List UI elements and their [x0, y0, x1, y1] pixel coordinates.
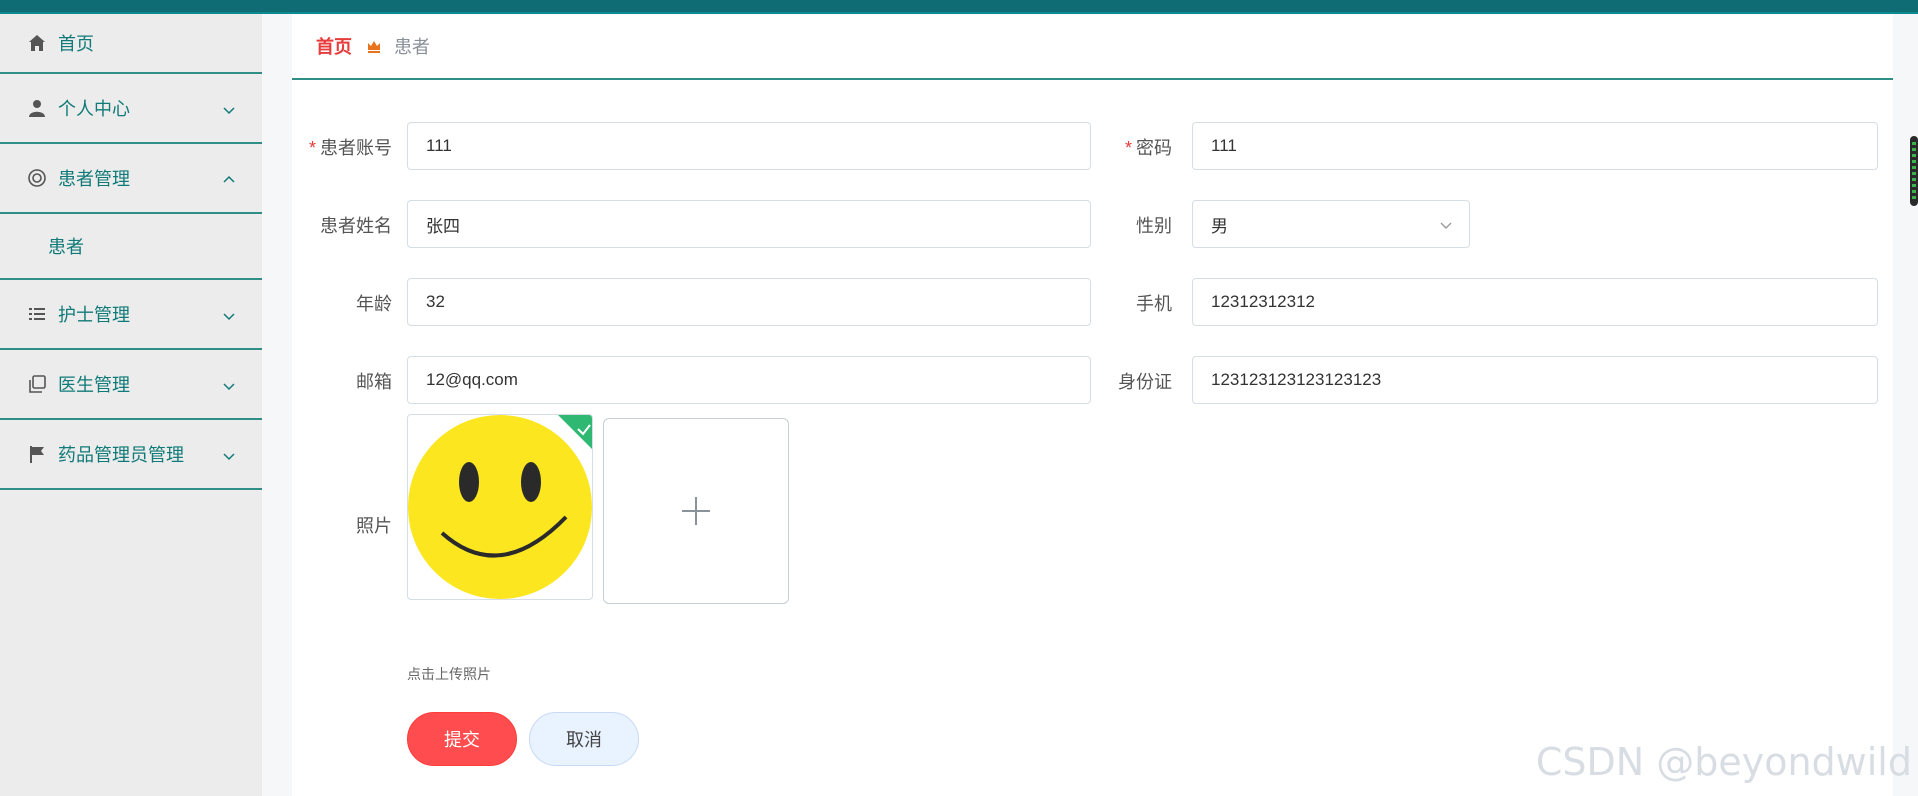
- email-field[interactable]: 12@qq.com: [407, 356, 1091, 404]
- chevron-down-icon: [222, 447, 236, 461]
- crown-icon: [366, 38, 382, 54]
- chevron-down-icon: [222, 307, 236, 321]
- name-label: 患者姓名: [320, 216, 392, 236]
- watermark: CSDN @beyondwild: [1535, 740, 1912, 784]
- sidebar-item-label: 患者管理: [58, 169, 130, 189]
- phone-label: 手机: [1136, 294, 1172, 314]
- age-label: 年龄: [356, 294, 392, 314]
- gender-select[interactable]: 男: [1192, 200, 1470, 248]
- main-panel: 首页 患者 * 患者账号 111 * 密码 111 患者姓名 张四 性别 男 年龄 …: [292, 14, 1893, 796]
- sidebar-item-home[interactable]: 首页: [0, 14, 262, 74]
- gender-select-value: 男: [1211, 216, 1228, 236]
- breadcrumb: 首页 患者: [292, 14, 1893, 80]
- password-label: * 密码: [1124, 138, 1172, 158]
- idcard-label: 身份证: [1118, 372, 1172, 392]
- user-icon: [26, 97, 48, 119]
- lifebuoy-icon: [26, 167, 48, 189]
- sidebar-item-label: 护士管理: [58, 305, 130, 325]
- chevron-down-icon: [222, 377, 236, 391]
- scrollbar[interactable]: [1910, 136, 1918, 206]
- phone-field[interactable]: 12312312312: [1192, 278, 1878, 326]
- sidebar-item-label: 首页: [58, 34, 94, 54]
- flag-icon: [26, 443, 48, 465]
- sidebar-item-label: 医生管理: [58, 375, 130, 395]
- sidebar-item-label: 药品管理员管理: [58, 445, 184, 465]
- chevron-up-icon: [222, 171, 236, 185]
- sidebar-item-label: 个人中心: [58, 99, 130, 119]
- upload-hint: 点击上传照片: [407, 666, 491, 682]
- home-icon: [26, 32, 48, 54]
- chevron-down-icon: [222, 101, 236, 115]
- copy-icon: [26, 373, 48, 395]
- account-label: * 患者账号: [308, 138, 392, 158]
- smiley-photo: [408, 415, 592, 599]
- chevron-down-icon: [1439, 217, 1453, 231]
- list-icon: [26, 303, 48, 325]
- required-mark: *: [308, 138, 316, 158]
- breadcrumb-current: 患者: [394, 37, 430, 57]
- plus-icon: [682, 497, 710, 525]
- name-field[interactable]: 张四: [407, 200, 1091, 248]
- account-field[interactable]: 111: [407, 122, 1091, 170]
- sidebar: 首页 个人中心 患者管理 患者 护士管理 医生管理 药品管理员管理: [0, 14, 262, 796]
- idcard-field[interactable]: 123123123123123123: [1192, 356, 1878, 404]
- required-mark: *: [1124, 138, 1132, 158]
- sidebar-item-personal-center[interactable]: 个人中心: [0, 74, 262, 144]
- sidebar-item-pharmacy-admin-management[interactable]: 药品管理员管理: [0, 420, 262, 490]
- photo-thumbnail[interactable]: [407, 414, 593, 600]
- photo-label: 照片: [356, 516, 392, 536]
- cancel-button[interactable]: 取消: [529, 712, 639, 766]
- photo-upload-button[interactable]: [603, 418, 789, 604]
- sidebar-subitem-label: 患者: [48, 237, 84, 257]
- sidebar-item-nurse-management[interactable]: 护士管理: [0, 280, 262, 350]
- submit-button[interactable]: 提交: [407, 712, 517, 766]
- gender-label: 性别: [1136, 216, 1172, 236]
- email-label: 邮箱: [356, 372, 392, 392]
- sidebar-item-patient-management[interactable]: 患者管理: [0, 144, 262, 214]
- patient-form: * 患者账号 111 * 密码 111 患者姓名 张四 性别 男 年龄 32 手机 …: [292, 94, 1893, 794]
- sidebar-subitem-patient[interactable]: 患者: [0, 214, 262, 280]
- age-field[interactable]: 32: [407, 278, 1091, 326]
- breadcrumb-home[interactable]: 首页: [316, 33, 352, 59]
- top-bar: [0, 0, 1918, 14]
- sidebar-item-doctor-management[interactable]: 医生管理: [0, 350, 262, 420]
- password-field[interactable]: 111: [1192, 122, 1878, 170]
